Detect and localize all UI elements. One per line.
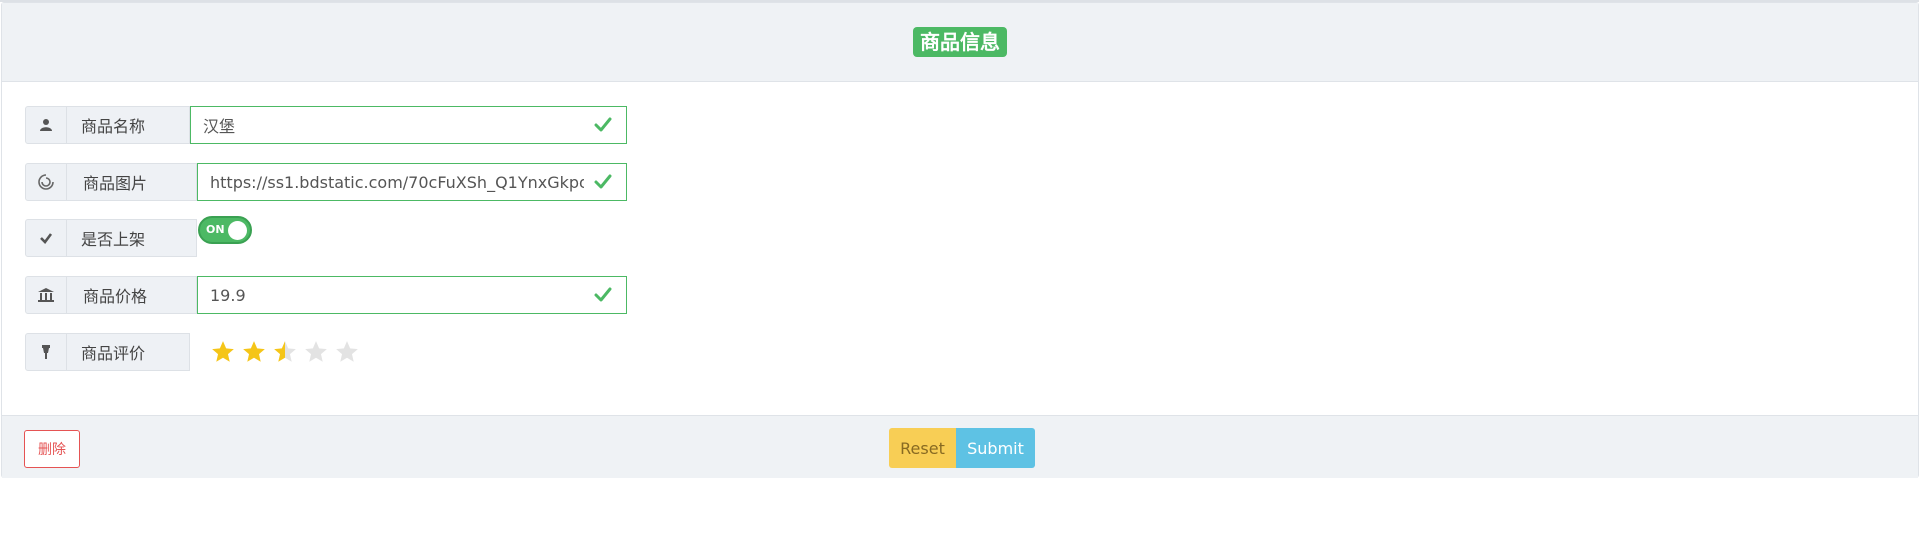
price-row: 商品价格 19.9 <box>25 276 627 314</box>
valid-check-icon <box>594 174 612 189</box>
price-value: 19.9 <box>210 285 246 305</box>
valid-check-icon <box>594 287 612 302</box>
toggle-on-text: ON <box>206 223 225 236</box>
price-label: 商品价格 <box>83 287 148 306</box>
price-input[interactable]: 19.9 <box>197 276 627 314</box>
on-shelf-row: 是否上架 ON <box>25 216 252 257</box>
on-shelf-addon: 是否上架 <box>25 219 197 257</box>
panel-body: 商品名称 汉堡 商品图片 https://ss1.bdstatic.com/70… <box>2 82 1918 415</box>
reset-button[interactable]: Reset <box>889 428 956 468</box>
spinner-icon <box>26 164 67 200</box>
star-icon[interactable] <box>334 339 360 365</box>
name-value: 汉堡 <box>203 117 236 136</box>
star-icon[interactable] <box>210 339 236 365</box>
user-icon <box>26 107 67 143</box>
page-title: 商品信息 <box>913 27 1007 57</box>
name-label: 商品名称 <box>81 117 146 136</box>
check-icon <box>26 220 67 256</box>
pin-icon <box>26 334 67 370</box>
name-row: 商品名称 汉堡 <box>25 106 627 144</box>
star-icon[interactable] <box>303 339 329 365</box>
rating-addon: 商品评价 <box>25 333 190 371</box>
toggle-knob <box>228 221 247 240</box>
price-addon: 商品价格 <box>25 276 197 314</box>
bank-icon <box>26 277 67 313</box>
panel-heading: 商品信息 <box>2 3 1918 82</box>
on-shelf-toggle[interactable]: ON <box>198 216 252 244</box>
delete-button[interactable]: 删除 <box>24 430 80 468</box>
rating-row: 商品评价 <box>25 333 358 371</box>
image-row: 商品图片 https://ss1.bdstatic.com/70cFuXSh_Q… <box>25 163 627 201</box>
name-addon: 商品名称 <box>25 106 190 144</box>
submit-button[interactable]: Submit <box>956 428 1035 468</box>
name-input[interactable]: 汉堡 <box>190 106 627 144</box>
rating-stars[interactable] <box>210 339 360 365</box>
on-shelf-label: 是否上架 <box>81 230 146 249</box>
star-icon[interactable] <box>241 339 267 365</box>
rating-label: 商品评价 <box>81 344 146 363</box>
image-url-input[interactable]: https://ss1.bdstatic.com/70cFuXSh_Q1YnxG… <box>197 163 627 201</box>
star-icon[interactable] <box>272 339 298 365</box>
product-form-panel: 商品信息 商品名称 汉堡 商品图片 https://ss1.bdstatic.c… <box>1 2 1919 478</box>
image-url-value: https://ss1.bdstatic.com/70cFuXSh_Q1YnxG… <box>210 172 584 192</box>
valid-check-icon <box>594 117 612 132</box>
image-label: 商品图片 <box>83 174 148 193</box>
panel-footer: 删除 Reset Submit <box>2 415 1918 478</box>
image-addon: 商品图片 <box>25 163 197 201</box>
